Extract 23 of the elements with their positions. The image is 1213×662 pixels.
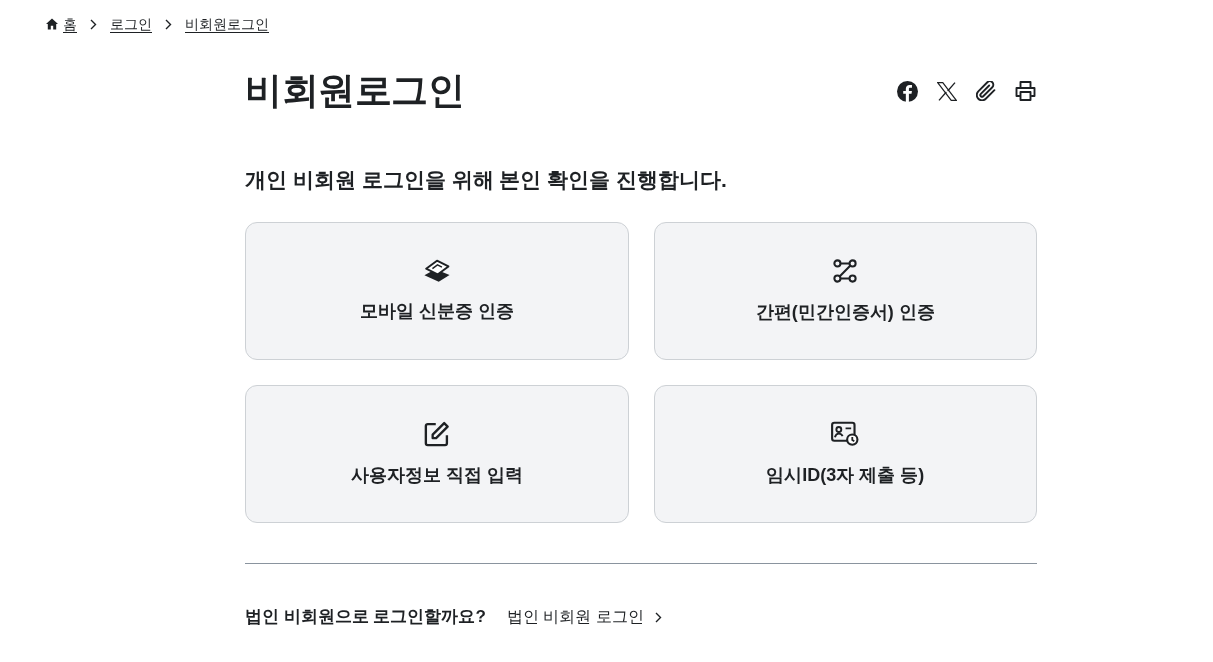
- chevron-icon: [654, 611, 662, 623]
- connected-nodes-icon: [832, 258, 859, 284]
- breadcrumb-link[interactable]: 로그인: [110, 14, 152, 34]
- facebook-icon[interactable]: [897, 80, 918, 102]
- page-subtitle: 개인 비회원 로그인을 위해 본인 확인을 진행합니다.: [245, 167, 728, 193]
- edit-icon: [423, 421, 450, 447]
- x-logo-icon[interactable]: [937, 81, 957, 101]
- id-card-clock-icon: [831, 421, 860, 447]
- option-card[interactable]: 사용자정보 직접 입력: [245, 385, 629, 523]
- corporate-question: 법인 비회원으로 로그인할까요?: [245, 606, 486, 628]
- printer-icon[interactable]: [1015, 81, 1036, 101]
- stacked-cards-icon: [422, 259, 451, 283]
- home-icon: [46, 18, 58, 30]
- option-card[interactable]: 간편(민간인증서) 인증: [653, 222, 1037, 360]
- breadcrumb-link[interactable]: 홈: [46, 14, 77, 34]
- breadcrumb-link[interactable]: 비회원로그인: [185, 14, 269, 34]
- option-card[interactable]: 임시ID(3자 제출 등): [653, 385, 1037, 523]
- chevron-icon: [165, 18, 172, 30]
- chevron-icon: [90, 18, 97, 30]
- paperclip-icon[interactable]: [976, 81, 996, 101]
- option-card[interactable]: 모바일 신분증 인증: [245, 222, 629, 360]
- corporate-login-link[interactable]: 법인 비회원 로그인: [506, 605, 662, 629]
- page-title: 비회원로그인: [245, 69, 464, 113]
